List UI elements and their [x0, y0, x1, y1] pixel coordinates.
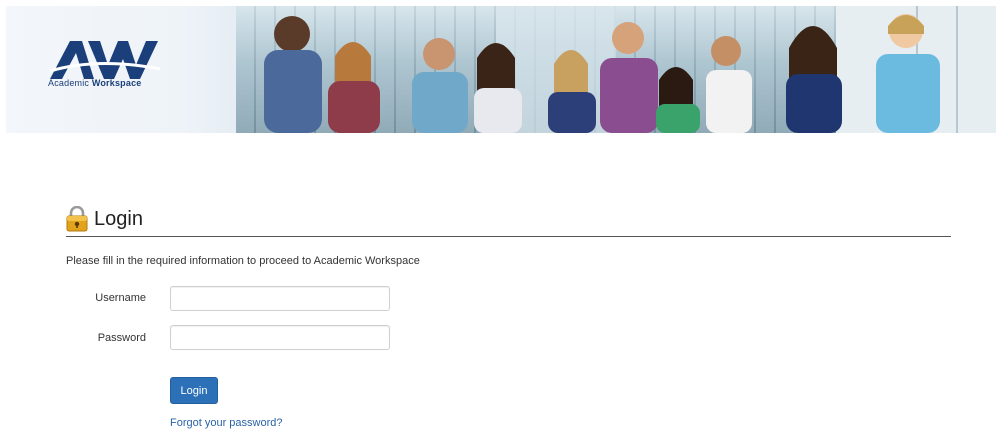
- academic-workspace-logo: [49, 41, 161, 79]
- logo-tagline-prefix: Academic: [48, 78, 90, 88]
- login-button[interactable]: Login: [170, 377, 218, 404]
- page-title: Login: [94, 208, 143, 230]
- password-input[interactable]: [170, 325, 390, 350]
- login-header: Login: [66, 202, 951, 237]
- logo-tagline: Academic Workspace: [48, 78, 142, 88]
- login-page: Academic Workspace Login Please fill in …: [0, 0, 998, 446]
- username-input[interactable]: [170, 286, 390, 311]
- logo-tagline-bold: Workspace: [91, 78, 142, 88]
- lock-icon: [66, 206, 88, 232]
- username-label: Username: [95, 292, 146, 304]
- forgot-password-link[interactable]: Forgot your password?: [170, 417, 283, 429]
- password-label: Password: [97, 332, 146, 344]
- login-instructions: Please fill in the required information …: [66, 255, 420, 267]
- banner-photo: [236, 6, 996, 133]
- students-photo-illustration: [264, 6, 996, 133]
- header-banner: Academic Workspace: [6, 6, 996, 133]
